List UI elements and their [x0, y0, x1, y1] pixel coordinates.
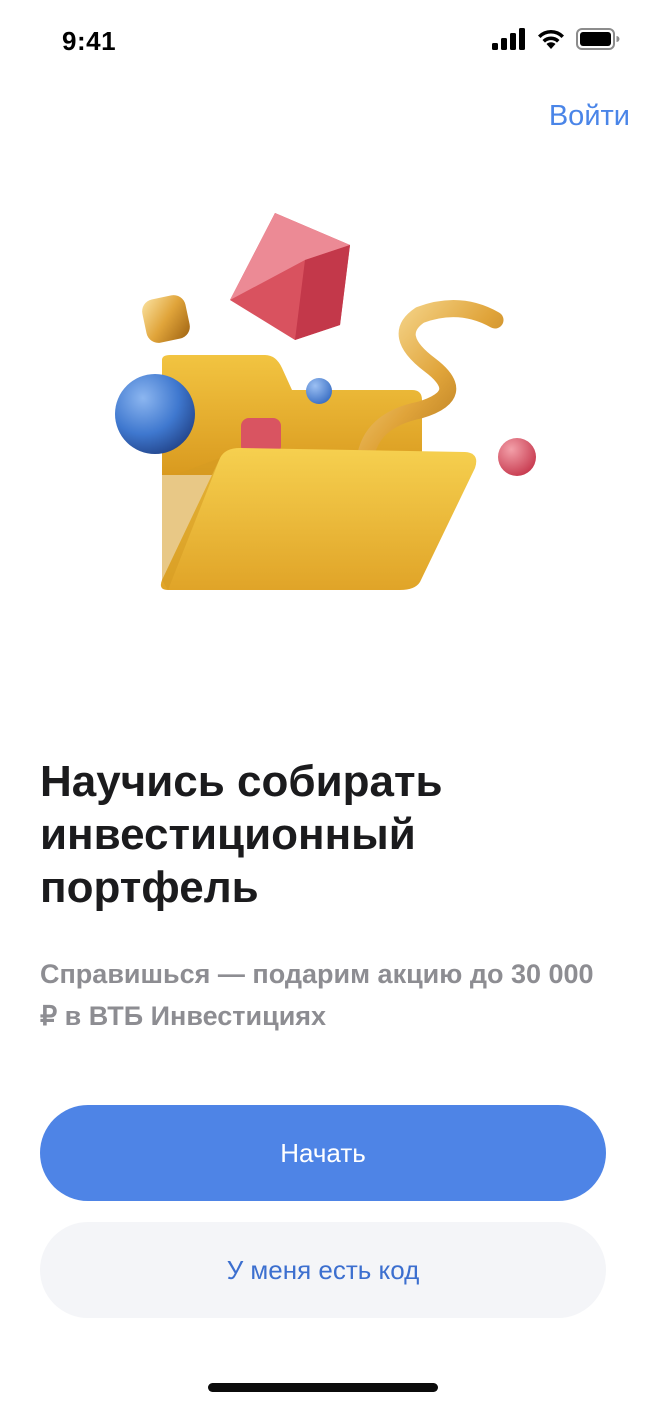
cellular-signal-icon [492, 28, 525, 50]
wifi-icon [538, 29, 564, 49]
gold-cube-shape [142, 295, 190, 343]
red-sphere [498, 438, 536, 476]
signin-link[interactable]: Войти [549, 100, 630, 133]
have-code-button[interactable]: У меня есть код [40, 1222, 606, 1318]
folder-with-shapes-illustration [115, 213, 536, 590]
battery-icon [576, 28, 620, 50]
red-cube-shape [230, 213, 350, 340]
status-icons [492, 28, 620, 50]
small-blue-sphere [306, 378, 332, 404]
page-title: Научись собирать инвестиционный портфель [40, 757, 443, 912]
status-time: 9:41 [62, 26, 117, 56]
start-button[interactable]: Начать [40, 1105, 606, 1201]
blue-sphere [115, 374, 195, 454]
home-indicator [208, 1383, 438, 1392]
page-subtitle: Справишься — подарим акцию до 30 000 ₽ в… [40, 959, 594, 1031]
status-bar: 9:41 [0, 0, 646, 84]
